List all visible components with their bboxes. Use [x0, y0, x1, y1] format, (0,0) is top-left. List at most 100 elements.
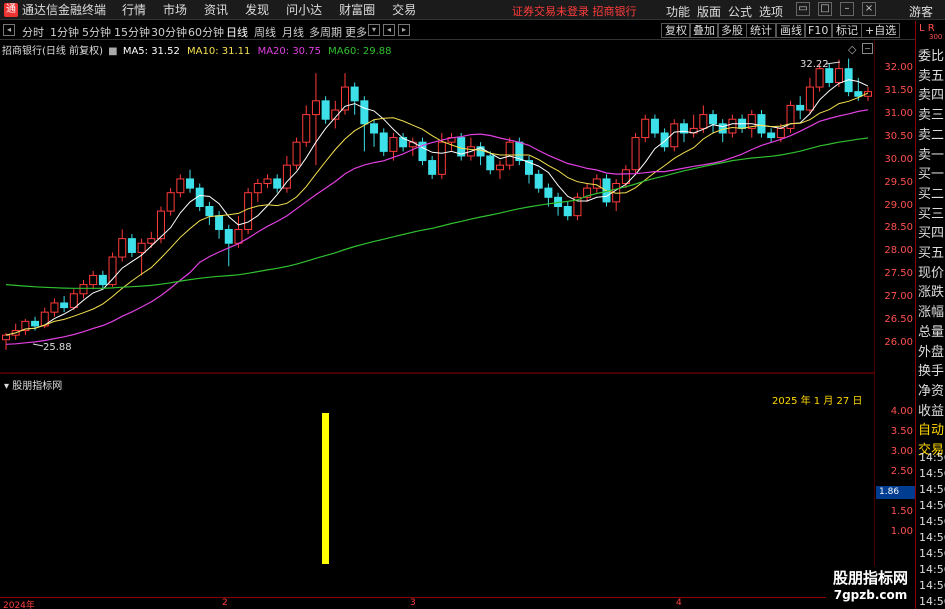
candle-up[interactable] [699, 114, 708, 129]
price-tick: 27.50 [884, 268, 913, 280]
candle-down[interactable] [534, 173, 543, 189]
candle-down[interactable] [186, 178, 195, 189]
quote-label: 涨跌 [918, 285, 945, 301]
price-tick: 32.00 [884, 61, 913, 73]
candle-up[interactable] [437, 141, 446, 175]
candle-down[interactable] [370, 123, 379, 134]
candle-up[interactable] [79, 284, 88, 295]
candle-up[interactable] [505, 141, 514, 166]
quote-label: 现价 [918, 265, 945, 281]
watermark-title: 股朋指标网 [832, 569, 908, 587]
candle-up[interactable] [69, 293, 78, 309]
candle-up[interactable] [815, 68, 824, 88]
candle-up[interactable] [805, 86, 814, 111]
current-value-box: 1.86 [876, 486, 915, 499]
stock-title: 招商银行(日线 前复权) [2, 46, 103, 57]
candle-down[interactable] [428, 160, 437, 175]
candle-down[interactable] [650, 118, 659, 134]
candle-up[interactable] [253, 183, 262, 194]
candle-up[interactable] [408, 141, 417, 148]
candle-up[interactable] [137, 242, 146, 253]
candle-up[interactable] [234, 228, 243, 244]
quote-label: 委比 [918, 49, 945, 64]
candle-up[interactable] [641, 118, 650, 139]
candle-up[interactable] [166, 192, 175, 212]
candle-up[interactable] [776, 127, 785, 139]
quote-label: 卖四 [918, 88, 945, 104]
indicator-tick: 1.50 [890, 506, 913, 517]
candle-up[interactable] [302, 114, 311, 143]
candle-down[interactable] [360, 100, 369, 125]
quote-label: 外盘 [918, 344, 945, 360]
watermark-url: 7gpzb.com [833, 588, 908, 602]
quote-label: 买一 [918, 167, 945, 183]
candle-up[interactable] [389, 137, 398, 152]
date-axis: 2024年 2 3 4 [0, 597, 875, 609]
tick-time: 14:56 [919, 579, 945, 592]
candle-up[interactable] [834, 68, 843, 83]
signal-date-label: 2025 年 1 月 27 日 [772, 396, 863, 407]
candle-down[interactable] [31, 320, 40, 327]
tick-time: 14:56 [919, 531, 945, 544]
candle-up[interactable] [495, 164, 504, 171]
candle-down[interactable] [215, 215, 224, 230]
candle-down[interactable] [854, 91, 863, 97]
chevron-down-icon[interactable]: ▾ [4, 381, 9, 392]
lr-number: 300 [929, 33, 943, 41]
price-tick: 28.50 [884, 222, 913, 234]
candle-up[interactable] [89, 274, 98, 286]
candle-down[interactable] [709, 114, 718, 125]
price-tick: 28.00 [884, 245, 913, 257]
guest-label[interactable]: 游客 [909, 3, 933, 20]
candle-down[interactable] [379, 132, 388, 152]
price-tick: 29.00 [884, 199, 913, 211]
diamond-icon[interactable]: ◇ [848, 43, 856, 56]
candle-up[interactable] [118, 238, 127, 258]
candle-down[interactable] [796, 104, 805, 111]
tick-time: 14:56 [919, 483, 945, 496]
price-tick: 26.00 [884, 337, 913, 349]
candle-up[interactable] [50, 302, 59, 313]
candle-up[interactable] [292, 141, 301, 166]
candle-up[interactable] [311, 100, 320, 116]
candle-down[interactable] [486, 155, 495, 171]
price-tick: 26.50 [884, 314, 913, 326]
candle-down[interactable] [273, 178, 282, 189]
candle-down[interactable] [127, 238, 136, 253]
candle-up[interactable] [2, 334, 10, 341]
candle-down[interactable] [98, 274, 107, 286]
tick-time: 14:56 [919, 515, 945, 528]
candle-down[interactable] [767, 132, 776, 139]
quote-label: 自动 [918, 423, 945, 439]
candle-down[interactable] [825, 68, 834, 83]
candle-down[interactable] [60, 302, 69, 309]
candle-up[interactable] [147, 238, 156, 244]
candle-down[interactable] [350, 86, 359, 102]
candle-down[interactable] [224, 228, 233, 244]
candle-up[interactable] [670, 123, 679, 148]
candle-down[interactable] [757, 114, 766, 134]
candle-up[interactable] [108, 256, 117, 286]
x-label-feb: 2 [222, 598, 228, 608]
price-tick: 31.00 [884, 107, 913, 119]
ma20-label: MA20: 30.75 [257, 46, 321, 57]
candle-up[interactable] [263, 178, 272, 185]
candle-down[interactable] [205, 206, 214, 217]
quote-label: 卖一 [918, 147, 945, 163]
candle-up[interactable] [176, 178, 185, 194]
candle-down[interactable] [563, 206, 572, 217]
candle-up[interactable] [631, 137, 640, 171]
ma5-label: MA5: 31.52 [122, 46, 180, 57]
collapse-icon[interactable]: − [862, 43, 873, 54]
candle-up[interactable] [728, 118, 737, 134]
candle-down[interactable] [660, 132, 669, 148]
ma10-line [5, 92, 869, 336]
candle-down[interactable] [321, 100, 330, 120]
quote-label: 买二 [918, 186, 945, 202]
tick-time: 14:56 [919, 467, 945, 480]
tick-time: 14:56 [919, 499, 945, 512]
kline-chart[interactable]: 32.22 25.88 [0, 0, 875, 609]
candle-down[interactable] [544, 187, 553, 198]
candle-up[interactable] [244, 192, 253, 230]
tick-time: 14:56 [919, 563, 945, 576]
